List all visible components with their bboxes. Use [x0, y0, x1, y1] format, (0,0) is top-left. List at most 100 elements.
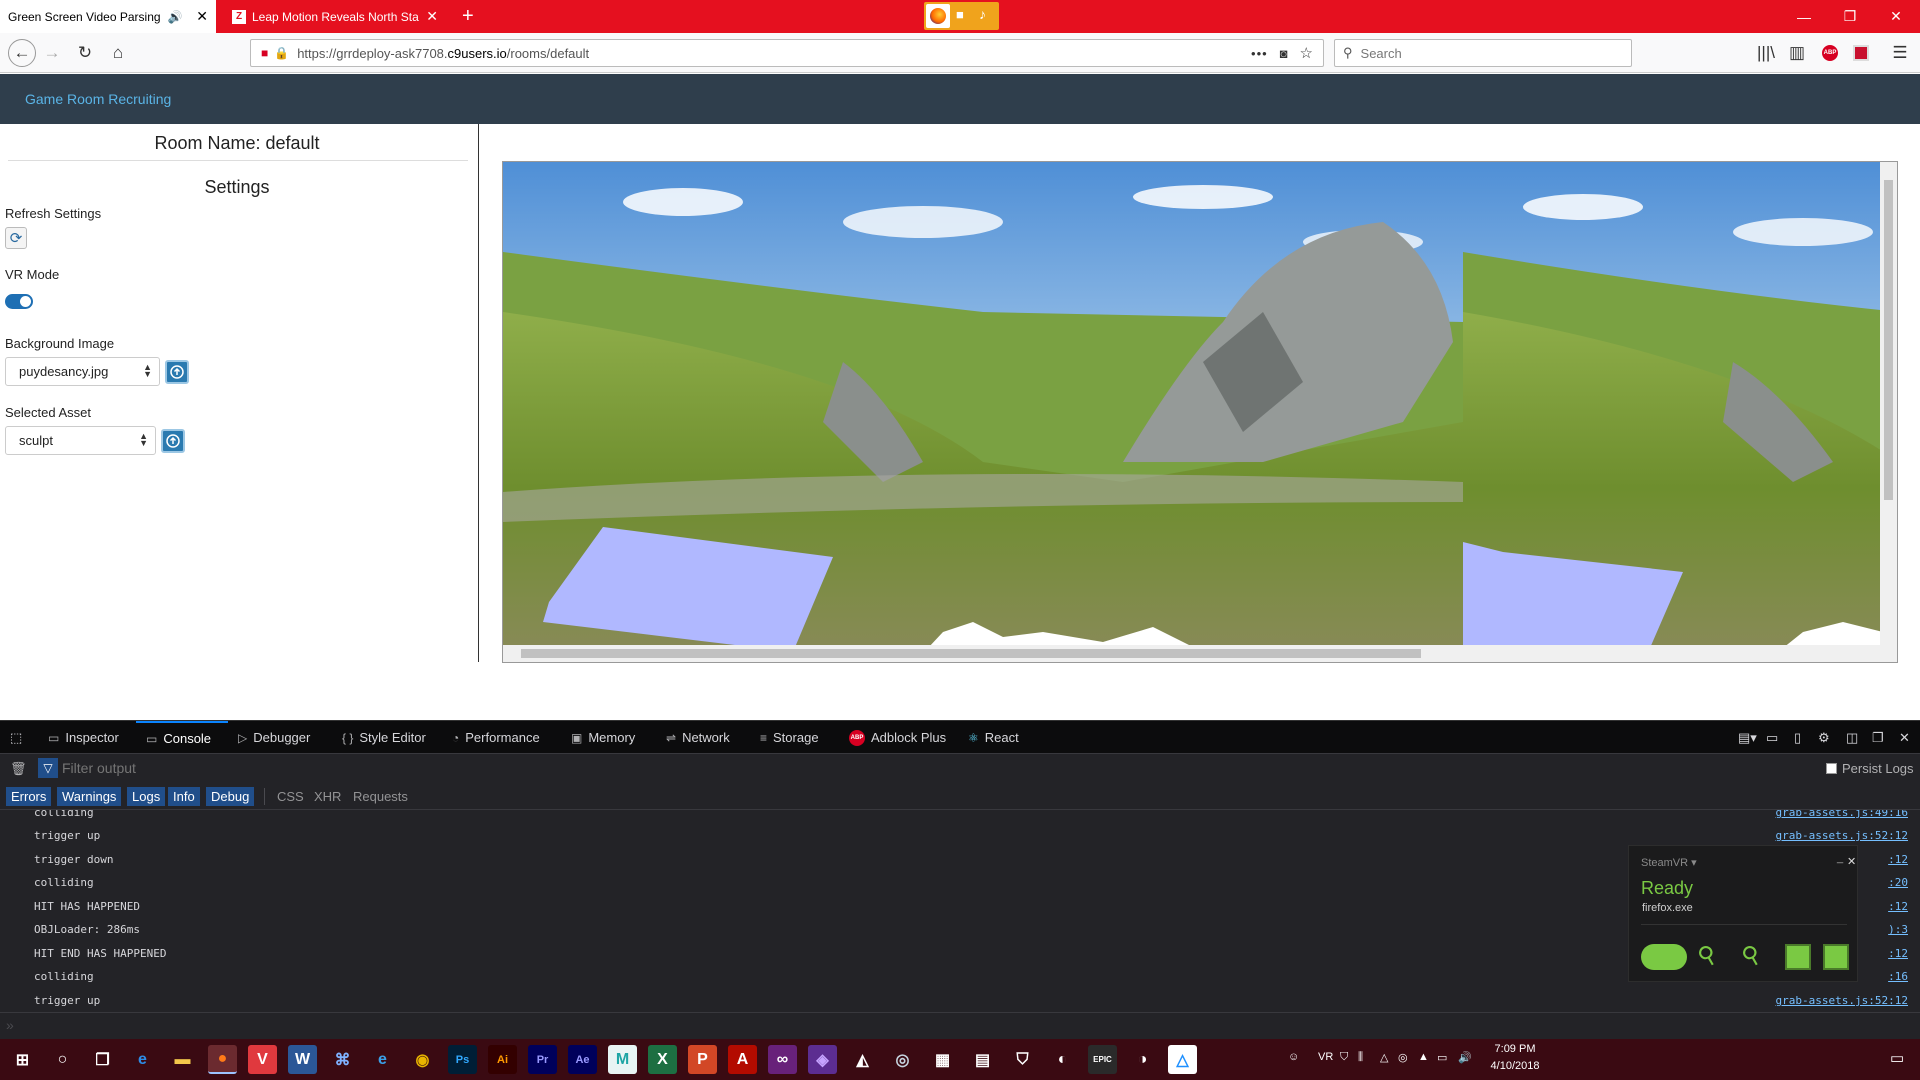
clock-time[interactable]: 7:09 PM: [1480, 1043, 1550, 1055]
drive-icon[interactable]: △: [1168, 1045, 1197, 1074]
log-source-link[interactable]: :16: [1888, 967, 1908, 987]
clock-date[interactable]: 4/10/2018: [1480, 1060, 1550, 1072]
back-arrow-icon[interactable]: ←: [8, 39, 36, 67]
selected-asset-select[interactable]: sculpt ▲ ▼: [5, 426, 156, 455]
close-tab-icon[interactable]: ✕: [190, 8, 208, 25]
filter-info-button[interactable]: Info: [168, 787, 200, 806]
background-image-select[interactable]: puydesancy.jpg ▲ ▼: [5, 357, 160, 386]
filter-errors-button[interactable]: Errors: [6, 787, 52, 806]
firefox-icon[interactable]: ●: [208, 1045, 237, 1074]
tab-green-screen[interactable]: Green Screen Video Parsing 🔊 ✕: [0, 0, 216, 33]
log-source-link[interactable]: :20: [1888, 873, 1908, 893]
devtools-tab-console[interactable]: ▭ Console: [136, 721, 228, 754]
unity-icon[interactable]: ◭: [848, 1045, 877, 1074]
ie-icon[interactable]: e: [368, 1045, 397, 1074]
steamvr-status-window[interactable]: SteamVR ▾ _ ✕ Ready firefox.exe ⚲ ⚲: [1628, 845, 1858, 982]
chrome-icon[interactable]: ◉: [408, 1045, 437, 1074]
devtools-tab-storage[interactable]: ≡ Storage: [760, 721, 819, 754]
log-source-link[interactable]: grab-assets.js:49:16: [1776, 810, 1908, 823]
brand-link[interactable]: Game Room Recruiting: [25, 91, 171, 107]
url-bar[interactable]: ■ 🔒 https://grrdeploy-ask7708.c9users.io…: [250, 39, 1324, 67]
network-tool-icon[interactable]: ⌘: [328, 1045, 357, 1074]
shield-tray-icon[interactable]: ⛉: [1340, 1051, 1348, 1064]
vs-code-icon[interactable]: ◈: [808, 1045, 837, 1074]
filter-xhr-button[interactable]: XHR: [309, 787, 346, 806]
close-devtools-icon[interactable]: ✕: [1899, 721, 1910, 754]
sharing-indicator[interactable]: ■ ♪: [924, 2, 999, 30]
network-tray-icon[interactable]: ▭: [1437, 1051, 1447, 1064]
store-icon[interactable]: ▤: [968, 1045, 997, 1074]
minimize-icon[interactable]: _: [1837, 852, 1843, 864]
devtools-tab-style-editor[interactable]: { } Style Editor: [342, 721, 426, 754]
vr-scene-viewport[interactable]: [502, 161, 1898, 663]
devtools-tab-memory[interactable]: ▣ Memory: [571, 721, 635, 754]
adblock-plus-icon[interactable]: ABP: [1818, 41, 1842, 65]
bookmark-star-icon[interactable]: ☆: [1300, 44, 1313, 62]
vr-app-icon[interactable]: ◑: [1128, 1045, 1157, 1074]
steamvr-menu[interactable]: SteamVR ▾: [1641, 856, 1697, 869]
devtools-tab-inspector[interactable]: ▭ Inspector: [48, 721, 119, 754]
vertical-scrollbar[interactable]: [1880, 162, 1897, 647]
notifications-icon[interactable]: ▭: [1890, 1049, 1904, 1067]
tab-leap-motion[interactable]: Z Leap Motion Reveals North Sta ✕: [224, 0, 446, 33]
task-view-icon[interactable]: ❐: [88, 1045, 117, 1074]
vr-tray-icon[interactable]: VR: [1318, 1051, 1333, 1063]
app-tray-icon[interactable]: ▲: [1418, 1051, 1429, 1063]
page-actions-icon[interactable]: •••: [1251, 46, 1268, 61]
filter-icon[interactable]: ▽: [38, 758, 58, 778]
home-icon[interactable]: ⌂: [106, 41, 130, 65]
devtools-tab-react[interactable]: ⚛ React: [968, 721, 1019, 754]
start-icon[interactable]: ⊞: [8, 1045, 37, 1074]
filter-debug-button[interactable]: Debug: [206, 787, 255, 806]
dock-side-icon[interactable]: ◫: [1846, 721, 1858, 754]
premiere-icon[interactable]: Pr: [528, 1045, 557, 1074]
log-source-link[interactable]: grab-assets.js:52:12: [1776, 826, 1908, 846]
devtools-tab-debugger[interactable]: ▷ Debugger: [238, 721, 310, 754]
new-tab-button[interactable]: +: [454, 0, 478, 33]
menu-icon[interactable]: ☰: [1888, 41, 1912, 65]
trash-icon[interactable]: 🗑: [10, 761, 27, 777]
steam-icon[interactable]: ◎: [888, 1045, 917, 1074]
persist-logs-checkbox[interactable]: [1826, 763, 1837, 774]
split-console-icon[interactable]: ▭: [1766, 721, 1778, 754]
word-icon[interactable]: W: [288, 1045, 317, 1074]
devtools-tab-network[interactable]: ⇌ Network: [666, 721, 730, 754]
steam-tray-icon[interactable]: ◎: [1398, 1051, 1408, 1064]
extension-icon[interactable]: [1849, 41, 1873, 65]
pocket-icon[interactable]: ◙: [1280, 46, 1288, 61]
calculator-icon[interactable]: ▦: [928, 1045, 957, 1074]
log-source-link[interactable]: :12: [1888, 850, 1908, 870]
reload-icon[interactable]: ↻: [73, 41, 97, 65]
lock-icon[interactable]: 🔒: [274, 46, 289, 60]
restore-window-button[interactable]: ❐: [1827, 0, 1873, 33]
element-picker-icon[interactable]: ⬚: [10, 721, 22, 754]
vivaldi-icon[interactable]: V: [248, 1045, 277, 1074]
powerpoint-icon[interactable]: P: [688, 1045, 717, 1074]
after-effects-icon[interactable]: Ae: [568, 1045, 597, 1074]
illustrator-icon[interactable]: Ai: [488, 1045, 517, 1074]
log-source-link[interactable]: :12: [1888, 944, 1908, 964]
log-source-link[interactable]: :12: [1888, 897, 1908, 917]
horizontal-scrollbar[interactable]: [503, 645, 1897, 662]
epic-games-icon[interactable]: EPIC: [1088, 1045, 1117, 1074]
upload-asset-button[interactable]: [161, 429, 185, 453]
excel-icon[interactable]: X: [648, 1045, 677, 1074]
settings-gear-icon[interactable]: ⚙: [1818, 721, 1830, 754]
acrobat-icon[interactable]: A: [728, 1045, 757, 1074]
file-explorer-icon[interactable]: ▬: [168, 1045, 197, 1074]
screenshot-icon[interactable]: ▯: [1794, 721, 1801, 754]
maya-icon[interactable]: M: [608, 1045, 637, 1074]
devtools-tab-adblock-plus[interactable]: ABP Adblock Plus: [849, 721, 946, 754]
audio-icon[interactable]: 🔊: [168, 10, 183, 24]
vr-mode-toggle[interactable]: [5, 294, 33, 309]
visual-studio-icon[interactable]: ∞: [768, 1045, 797, 1074]
cortana-icon[interactable]: ○: [48, 1045, 77, 1074]
oculus-icon[interactable]: ◐: [1048, 1045, 1077, 1074]
sidebar-toggle-icon[interactable]: ▥: [1785, 41, 1809, 65]
responsive-mode-icon[interactable]: ▤▾: [1738, 721, 1757, 754]
filter-requests-button[interactable]: Requests: [348, 787, 413, 806]
filter-logs-button[interactable]: Logs: [127, 787, 166, 806]
close-icon[interactable]: ✕: [1847, 855, 1856, 868]
audio-mixer-icon[interactable]: ⫼: [1358, 1051, 1363, 1064]
devtools-tab-performance[interactable]: ◔ Performance: [452, 721, 540, 754]
